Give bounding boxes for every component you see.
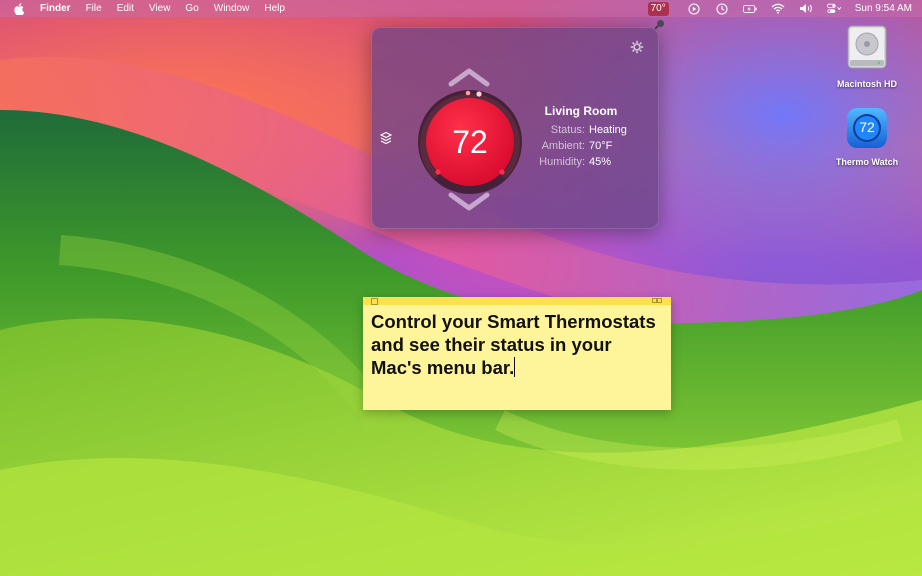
ambient-label: Ambient: (541, 140, 585, 152)
pin-icon[interactable] (653, 19, 665, 31)
status-label: Status: (550, 124, 585, 136)
volume-icon[interactable] (799, 3, 813, 15)
humidity-value: 45% (589, 156, 612, 168)
menu-help[interactable]: Help (264, 3, 285, 14)
room-name: Living Room (544, 104, 618, 118)
humidity-row: Humidity: 45% (521, 156, 651, 168)
sticky-note[interactable]: Control your Smart Thermostats and see t… (363, 297, 671, 410)
ambient-value: 70°F (589, 140, 613, 152)
thermo-watch-badge: 72 (859, 119, 875, 135)
menu-go[interactable]: Go (185, 3, 198, 14)
menu-bar-left: Finder File Edit View Go Window Help (0, 2, 300, 15)
battery-icon[interactable] (742, 3, 757, 15)
ambient-row: Ambient: 70°F (521, 140, 651, 152)
menu-view[interactable]: View (149, 3, 171, 14)
sticky-titlebar[interactable] (363, 297, 671, 305)
text-caret (514, 357, 516, 377)
menu-window[interactable]: Window (214, 3, 250, 14)
thermo-watch-desktop-icon[interactable]: 72 Thermo Watch (827, 106, 907, 167)
layers-icon[interactable] (379, 131, 393, 145)
play-icon[interactable] (687, 2, 701, 15)
chevron-up-icon[interactable] (448, 67, 490, 87)
gear-icon[interactable] (630, 40, 644, 54)
thermostat-menu-item[interactable]: 70° (647, 1, 669, 16)
menu-finder[interactable]: Finder (40, 3, 71, 14)
menu-bar-clock[interactable]: Sun 9:54 AM (855, 3, 912, 14)
wifi-icon[interactable] (771, 3, 785, 15)
thermostat-popover: 72 Living Room Status: Heating Ambient: … (371, 20, 664, 229)
clock-icon[interactable] (715, 2, 729, 15)
macintosh-hd-label: Macintosh HD (836, 79, 897, 89)
humidity-label: Humidity: (539, 156, 585, 168)
sticky-collapse-icon[interactable] (652, 298, 662, 303)
thermo-watch-label: Thermo Watch (835, 157, 899, 167)
status-value: Heating (589, 124, 627, 136)
control-center-icon[interactable] (826, 3, 841, 15)
sticky-close-button[interactable] (371, 298, 378, 305)
apple-icon[interactable] (14, 2, 24, 15)
menu-bar: Finder File Edit View Go Window Help 70°… (0, 0, 922, 17)
menu-bar-right: 70° Sun 9:54 AM (647, 0, 912, 17)
setpoint-value: 72 (452, 123, 488, 160)
menu-file[interactable]: File (86, 3, 102, 14)
menu-edit[interactable]: Edit (117, 3, 134, 14)
status-row: Status: Heating (521, 124, 651, 136)
sticky-text[interactable]: Control your Smart Thermostats and see t… (363, 305, 671, 379)
macintosh-hd-desktop-icon[interactable]: Macintosh HD (827, 22, 907, 89)
hard-drive-icon (847, 25, 887, 69)
